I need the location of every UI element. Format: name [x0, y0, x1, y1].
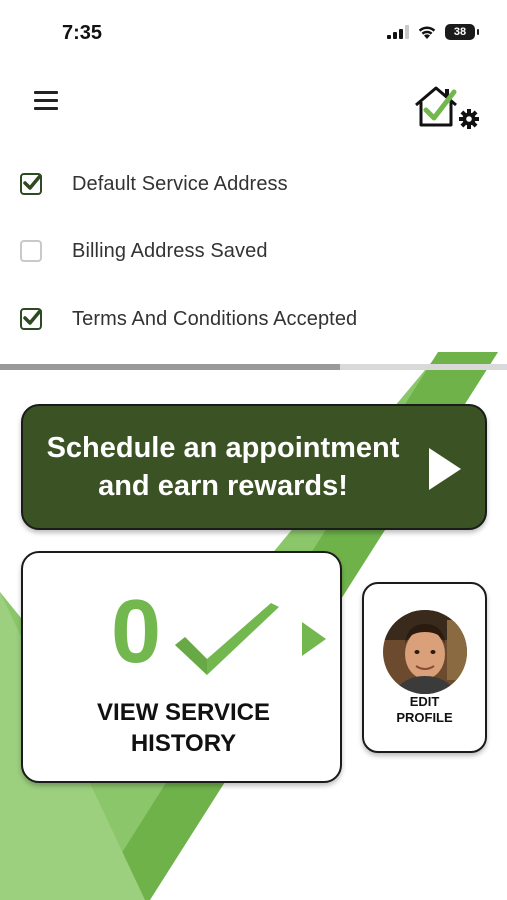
edit-profile-label: EDIT PROFILE — [396, 694, 453, 725]
status-time: 7:35 — [62, 22, 103, 44]
checkbox-unchecked[interactable] — [20, 240, 42, 262]
profile-photo-icon — [383, 610, 467, 694]
schedule-text: Schedule an appointment and earn rewards… — [23, 429, 423, 505]
checkbox-checked[interactable] — [20, 173, 42, 195]
checkmark-icon — [175, 603, 279, 675]
schedule-line-2: and earn rewards! — [98, 470, 348, 502]
menu-icon-bar — [34, 99, 58, 102]
edit-profile-card[interactable]: EDIT PROFILE — [362, 582, 487, 753]
service-history-label: VIEW SERVICE HISTORY — [97, 699, 270, 757]
checkmark-icon — [23, 174, 42, 190]
status-icons: 38 — [387, 24, 479, 40]
status-bar: 7:35 38 — [0, 0, 507, 62]
service-count: 0 — [111, 582, 162, 682]
wifi-icon — [418, 26, 436, 39]
checklist-label: Billing Address Saved — [72, 239, 268, 262]
checklist-item-default-service-address[interactable]: Default Service Address — [20, 164, 288, 204]
schedule-line-1: Schedule an appointment — [46, 432, 400, 464]
checklist-label: Terms And Conditions Accepted — [72, 307, 358, 330]
view-service-history-card[interactable]: 0 VIEW SERVICE HISTORY — [21, 551, 342, 783]
home-settings-button[interactable] — [412, 83, 482, 131]
play-arrow-icon — [302, 622, 326, 656]
checkbox-checked[interactable] — [20, 308, 42, 330]
cellular-signal-icon — [387, 25, 409, 39]
battery-indicator: 38 — [445, 24, 479, 40]
schedule-appointment-button[interactable]: Schedule an appointment and earn rewards… — [21, 404, 487, 530]
avatar — [383, 610, 467, 694]
play-arrow-icon — [429, 448, 461, 490]
menu-icon-bar — [34, 91, 58, 94]
menu-icon-bar — [34, 107, 58, 110]
checklist-label: Default Service Address — [72, 172, 288, 195]
home-check-settings-icon — [415, 86, 479, 129]
checklist-item-terms-accepted[interactable]: Terms And Conditions Accepted — [20, 299, 357, 339]
menu-button[interactable] — [34, 91, 60, 111]
checkmark-icon — [23, 309, 42, 325]
checklist-item-billing-address-saved[interactable]: Billing Address Saved — [20, 231, 268, 271]
progress-fill — [0, 364, 340, 370]
